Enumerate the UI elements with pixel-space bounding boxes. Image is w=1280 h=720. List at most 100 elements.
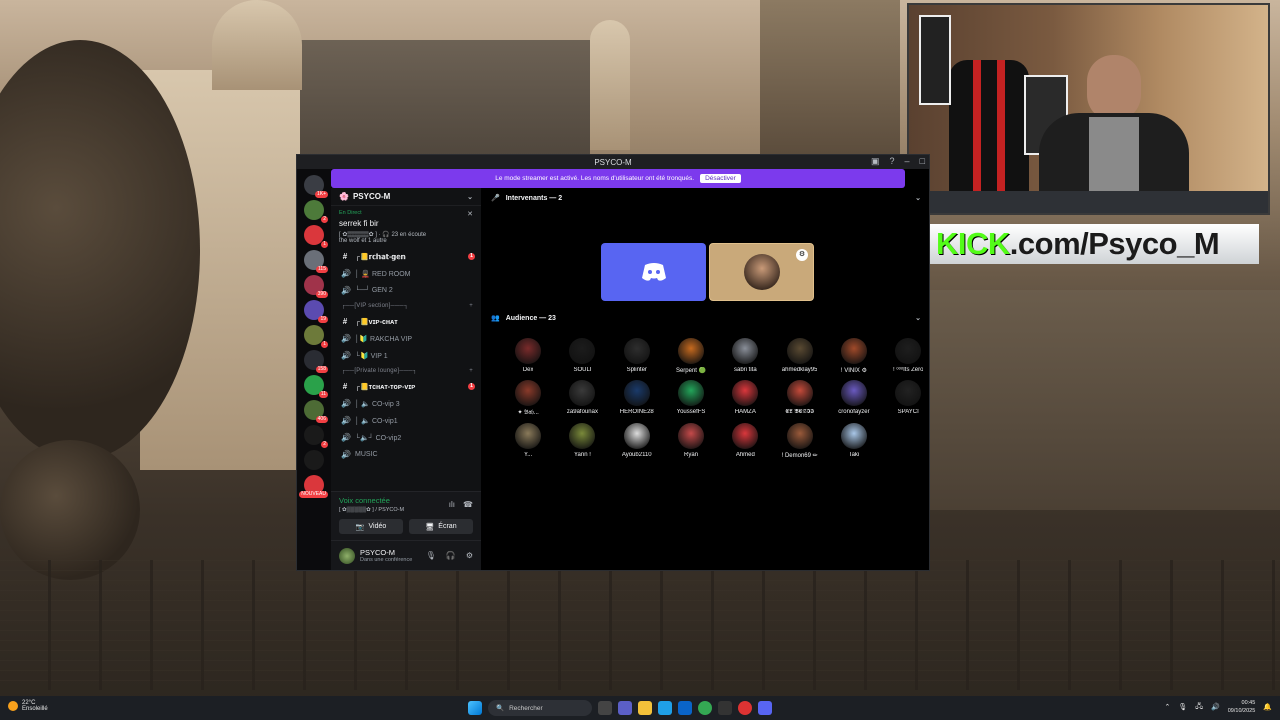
server-icon[interactable]: 1 [304,325,328,348]
edge-icon[interactable] [658,701,672,715]
server-icon[interactable]: 11 [304,375,328,398]
audience-member[interactable]: Yann ! [555,423,609,459]
channel-item[interactable]: # ┌📒ᴛᴄʜᴀᴛ-ᴛᴏᴘ-ᴠɪᴘ 1 [331,378,481,395]
channel-item[interactable]: # ┌📒𝕣𝕔𝕙𝕒𝕥-𝕘𝕖𝕟 1 [331,248,481,265]
audience-member[interactable]: ✦ 𝔅𝔞𝔥... [501,380,555,417]
channel-item[interactable]: 🔊 │🔰 RAKCHA VIP [331,330,481,347]
headphones-icon[interactable]: 🎧 [446,551,456,560]
volume-icon[interactable]: 🔊 [1211,703,1220,711]
video-button[interactable]: 📷 Vidéo [339,519,403,534]
server-icon[interactable]: 390 [304,275,328,298]
voice-channel-icon: 🔊 [341,416,351,425]
audience-member[interactable]: Serpent 🟢 [664,338,718,374]
channel-item[interactable]: 🔊 └🔈┘ CO-vip2 [331,429,481,446]
server-icon[interactable]: 406 [304,400,328,423]
start-icon[interactable] [468,701,482,715]
audience-member[interactable]: cronofayzer [827,380,881,417]
weather-widget[interactable]: 22°C Ensoleillé [8,700,48,712]
audience-member[interactable]: sabri tita [718,338,772,374]
channel-item[interactable]: 🔊 │ 🔈 CO-vip 3 [331,395,481,412]
inbox-icon[interactable]: ▣ [871,156,880,167]
disconnect-icon[interactable]: ☎ [463,500,473,509]
gear-icon[interactable]: ⚙ [466,551,473,560]
outlook-icon[interactable] [678,701,692,715]
app-icon[interactable] [738,701,752,715]
audience-member[interactable]: SPAYCI [881,380,929,417]
audience-member[interactable]: ! ᵒᵒᵒIts Zero [881,338,929,374]
channel-item[interactable]: 🔊 └🔰 VIP 1 [331,347,481,364]
chrome-icon[interactable] [698,701,712,715]
task-view-icon[interactable] [598,701,612,715]
microphone-icon[interactable]: 🎙 [1178,703,1187,711]
screen-share-button[interactable]: 🖥 Écran [409,519,473,534]
obs-icon[interactable] [718,701,732,715]
network-icon[interactable]: 🖧 [1195,702,1203,713]
add-channel-icon[interactable]: + [469,368,473,374]
server-icon[interactable]: 19 [304,300,328,323]
audience-member[interactable]: 𝕰𝕷 𝕭𝕰𝕾𝕴𝕴 [772,380,826,417]
avatar [569,423,596,449]
server-icon[interactable]: NOUVEAU [299,475,328,498]
streamer-mode-banner: Le mode streamer est activé. Les noms d'… [331,169,905,188]
channel-label: ┌📒ᴠɪᴘ-ᴄʜᴀᴛ [355,318,398,326]
discord-icon[interactable] [758,701,772,715]
noise-suppression-icon[interactable]: ılı [449,500,455,509]
live-stage-card[interactable]: En Direct serrek fi bir [ ✿▒▒▒▒▒✿ ] · 🎧 … [331,206,481,248]
audience-member[interactable]: SOULI [555,338,609,374]
channel-item[interactable]: 🔊 └─┘ GEN 2 [331,282,481,299]
audience-member[interactable]: Splinter [610,338,664,374]
close-icon[interactable]: ✕ [467,210,473,218]
server-icon[interactable]: 158 [304,350,328,373]
server-icon[interactable]: 1K+ [304,175,328,198]
maximize-icon[interactable]: □ [920,156,925,167]
server-icon[interactable]: 2 [304,200,328,223]
clock[interactable]: 00:45 09/10/2025 [1228,699,1256,715]
teams-icon[interactable] [618,701,632,715]
audience-member[interactable]: Taki [827,423,881,459]
file-explorer-icon[interactable] [638,701,652,715]
speaker-tile[interactable] [601,243,706,301]
help-icon[interactable]: ? [890,156,895,167]
taskbar-search[interactable]: 🔍 Rechercher [488,700,592,716]
channel-item[interactable]: # ┌📒ᴠɪᴘ-ᴄʜᴀᴛ [331,313,481,330]
channel-category[interactable]: ┌──[Private lounge]───┐ + [331,364,481,378]
audience-member[interactable]: Ayoub2110 [610,423,664,459]
minimize-icon[interactable]: – [905,156,910,167]
channel-item[interactable]: 🔊 MUSIC [331,446,481,463]
audience-member[interactable]: YoussefFS [664,380,718,417]
channel-item[interactable]: 🔊 │ 💂 RED ROOM [331,265,481,282]
server-icon[interactable] [304,450,324,470]
voice-channel-icon: 🔊 [341,450,351,459]
speakers-header[interactable]: 🎤 Intervenants — 2 ⌄ [481,190,929,206]
avatar [569,338,596,364]
audience-member[interactable]: Y... [501,423,555,459]
add-channel-icon[interactable]: + [469,303,473,309]
avatar[interactable] [339,547,355,564]
server-badge: 115 [316,266,328,273]
speaker-tile[interactable]: ⚙ [709,243,814,301]
server-header[interactable]: 🌸 PSYCO-M ⌄ [331,188,481,206]
server-icon[interactable]: 2 [304,425,328,448]
server-icon[interactable]: 115 [304,250,328,273]
channel-label: └🔈┘ CO-vip2 [355,434,402,442]
member-name: sabri tita [733,367,757,373]
audience-member[interactable]: HEROINE28 [610,380,664,417]
audience-member[interactable]: ! VINIX ⚙ [827,338,881,374]
audience-member[interactable]: Ahmed [718,423,772,459]
chevron-up-icon[interactable]: ⌃ [1164,703,1170,711]
audience-member[interactable]: za9afounax [555,380,609,417]
audience-member[interactable]: HAMZA [718,380,772,417]
notification-icon[interactable]: 🔔 [1263,703,1272,711]
microphone-icon[interactable]: 🎙 [426,551,436,560]
audience-member[interactable]: Ryan [664,423,718,459]
audience-member[interactable]: ahmedklay95 [772,338,826,374]
avatar [678,338,705,364]
audience-member[interactable]: Dex [501,338,555,374]
audience-header[interactable]: 👥 Audience — 23 ⌄ [481,310,929,326]
server-icon[interactable]: 1 [304,225,328,248]
disable-streamer-mode-button[interactable]: Désactiver [700,174,741,183]
avatar [786,380,813,406]
channel-item[interactable]: 🔊 │ 🔈 CO-vip1 [331,412,481,429]
channel-category[interactable]: ┌──[VIP section]───┐ + [331,299,481,313]
audience-member[interactable]: ! Demon69 ✏ [772,423,826,459]
